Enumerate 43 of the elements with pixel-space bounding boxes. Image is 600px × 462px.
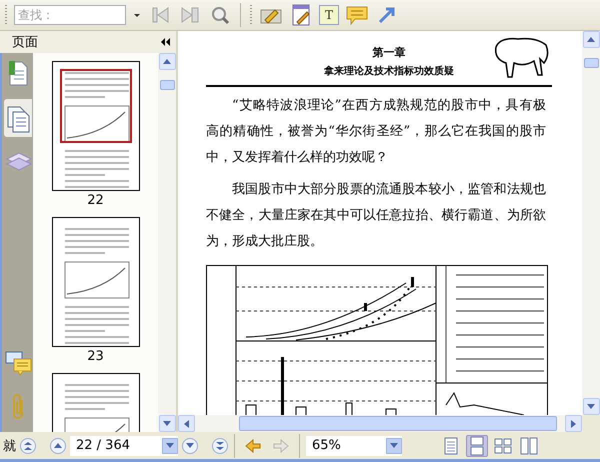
paragraph: “艾略特波浪理论”在西方成熟规范的股市中，具有极 高的精确性，被誉为“华尔街圣经”，那么它在我国的股市 中，又发挥着什么样的功效呢？: [206, 97, 546, 167]
scroll-right-icon[interactable]: [565, 415, 582, 432]
previous-page-icon[interactable]: [50, 438, 66, 454]
scroll-up-icon[interactable]: [582, 31, 600, 48]
comments-icon: [5, 352, 31, 376]
page-thumbnail[interactable]: [52, 217, 140, 347]
scrollbar-thumb[interactable]: [160, 80, 174, 90]
volume-bar: [281, 357, 284, 415]
toolbar-grip: [4, 4, 8, 26]
chapter-title: 拿来理论及技术指标功效质疑: [324, 64, 454, 78]
page-thumbnail[interactable]: [52, 61, 140, 191]
first-page-icon[interactable]: [20, 438, 36, 454]
caret-icon[interactable]: [162, 438, 178, 454]
next-page-icon[interactable]: [182, 438, 198, 454]
scroll-up-icon[interactable]: [158, 53, 176, 70]
view-mode-button[interactable]: [466, 434, 488, 456]
typewriter-icon[interactable]: T: [319, 5, 339, 25]
bookmark-page-icon: [8, 61, 27, 86]
candle: [411, 277, 414, 287]
scrollbar-thumb[interactable]: [239, 416, 557, 431]
search-field[interactable]: 查找：: [14, 5, 126, 25]
last-page-icon[interactable]: [212, 438, 228, 454]
caret-icon[interactable]: [386, 438, 402, 454]
layers-icon: [5, 152, 32, 171]
scroll-left-icon[interactable]: [178, 415, 195, 432]
paperclip-icon: [12, 394, 22, 419]
toolbar-grip: [249, 4, 253, 26]
scroll-down-icon[interactable]: [582, 398, 600, 415]
chapter-heading: 第一章: [372, 45, 406, 60]
paragraph: 我国股市中大部分股票的流通股本较小，监管和法规也 不健全，大量庄家在其中可以任意拉抬、横行霸道、为所欲 为，形成大批庄股。: [206, 181, 546, 251]
collapse-icon[interactable]: [161, 38, 170, 46]
pages-icon: [7, 106, 29, 132]
scrollbar-thumb[interactable]: [584, 58, 598, 68]
page-number-field[interactable]: 22 / 364: [70, 436, 178, 456]
page-number: 23: [87, 349, 104, 366]
panel-title: 页面: [12, 34, 38, 51]
zoom-field[interactable]: 65%: [306, 436, 402, 456]
page-number: 22: [87, 193, 104, 210]
toolbar-label: 就: [3, 438, 16, 454]
panel-tab[interactable]: [4, 99, 32, 137]
candle: [364, 303, 367, 311]
scroll-down-icon[interactable]: [158, 415, 176, 432]
view-mode-button[interactable]: [518, 434, 540, 456]
